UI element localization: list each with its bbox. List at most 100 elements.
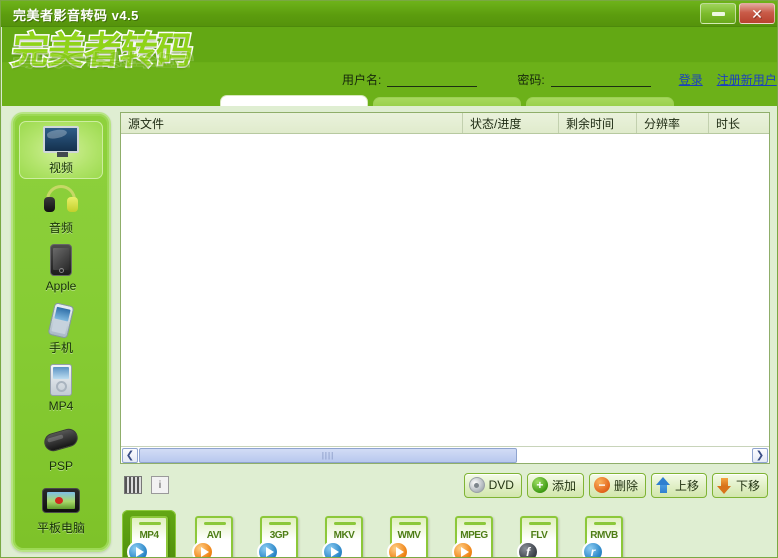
file-list-panel: 源文件 状态/进度 剩余时间 分辨率 时长 ❮ |||| ❯ xyxy=(120,112,770,464)
sidebar-item-mp4[interactable]: MP4 xyxy=(19,361,103,419)
column-header-duration[interactable]: 时长 xyxy=(709,113,769,133)
plus-circle-icon: + xyxy=(531,477,548,493)
format-button-mp4[interactable]: MP4 xyxy=(122,510,176,557)
format-label-mpeg: MPEG xyxy=(460,530,488,541)
sidebar-item-audio[interactable]: 音频 xyxy=(19,181,103,239)
sidebar-label-video: 视频 xyxy=(48,161,73,175)
arrow-up-icon xyxy=(655,476,671,494)
minimize-button[interactable] xyxy=(700,3,736,24)
dvd-button[interactable]: DVD xyxy=(463,472,522,498)
format-label-3gp: 3GP xyxy=(269,530,289,541)
minimize-icon xyxy=(711,11,725,16)
scroll-left-button[interactable]: ❮ xyxy=(122,447,138,463)
username-input[interactable] xyxy=(387,72,478,87)
close-button[interactable]: ✕ xyxy=(739,3,775,24)
mp4-player-icon xyxy=(42,364,80,398)
add-button[interactable]: + 添加 xyxy=(526,472,584,498)
tablet-icon xyxy=(42,484,80,518)
format-card-mkv: MKV xyxy=(322,516,363,557)
sidebar-item-psp[interactable]: PSP xyxy=(19,421,103,479)
file-list-body[interactable] xyxy=(121,134,769,442)
format-button-mpeg[interactable]: MPEG xyxy=(447,510,501,557)
format-button-3gp[interactable]: 3GP xyxy=(252,510,306,557)
password-label: 密码: xyxy=(517,73,545,87)
dvd-button-label: DVD xyxy=(488,478,514,492)
toolbar-left-icons: i xyxy=(120,476,169,494)
sidebar-label-mp4: MP4 xyxy=(48,399,74,413)
sidebar-label-psp: PSP xyxy=(48,459,73,473)
headphones-icon xyxy=(42,184,80,218)
column-header-resolution[interactable]: 分辨率 xyxy=(637,113,709,133)
username-label: 用户名: xyxy=(342,73,382,87)
column-header-status-progress[interactable]: 状态/进度 xyxy=(463,113,559,133)
format-label-mkv: MKV xyxy=(333,530,355,541)
play-icon xyxy=(452,541,474,557)
window-title: 完美者影音转码 v4.5 xyxy=(13,8,139,23)
play-icon xyxy=(387,541,409,557)
format-label-rmvb: RMVB xyxy=(590,530,618,541)
format-card-flv: FLV f xyxy=(517,516,558,557)
toolbar-right-buttons: DVD + 添加 − 删除 上移 下移 xyxy=(463,472,770,498)
disc-icon xyxy=(468,477,485,493)
format-button-rmvb[interactable]: RMVB r xyxy=(577,510,631,557)
delete-button[interactable]: − 删除 xyxy=(588,472,646,498)
title-bar: 完美者影音转码 v4.5 ✕ xyxy=(1,1,777,27)
play-icon xyxy=(192,541,214,557)
scrollbar-track[interactable]: |||| xyxy=(139,447,751,463)
format-button-flv[interactable]: FLV f xyxy=(512,510,566,557)
format-card-3gp: 3GP xyxy=(257,516,298,557)
scroll-right-button[interactable]: ❯ xyxy=(752,447,768,463)
horizontal-scrollbar[interactable]: ❮ |||| ❯ xyxy=(121,446,769,463)
format-card-avi: AVI xyxy=(192,516,233,557)
format-label-wmv: WMV xyxy=(397,530,421,541)
content-area: 视频 音频 Apple 手机 MP4 PSP 平板电脑 源文件 状态/进度 剩余… xyxy=(2,106,777,557)
info-icon[interactable]: i xyxy=(151,476,169,494)
login-link[interactable]: 登录 xyxy=(679,71,703,88)
format-label-mp4: MP4 xyxy=(139,530,159,541)
move-down-button-label: 下移 xyxy=(735,478,760,493)
move-down-button[interactable]: 下移 xyxy=(711,472,768,498)
window-controls: ✕ xyxy=(700,3,775,24)
play-icon xyxy=(127,541,149,557)
arrow-down-icon xyxy=(716,477,732,494)
column-header-remaining-time[interactable]: 剩余时间 xyxy=(559,113,637,133)
format-button-avi[interactable]: AVI xyxy=(187,510,241,557)
category-sidebar: 视频 音频 Apple 手机 MP4 PSP 平板电脑 xyxy=(11,112,111,552)
delete-button-label: 删除 xyxy=(613,478,638,493)
move-up-button[interactable]: 上移 xyxy=(650,472,707,498)
move-up-button-label: 上移 xyxy=(674,478,699,493)
format-card-rmvb: RMVB r xyxy=(582,516,623,557)
logo-reflection: 完美者转码 xyxy=(11,49,195,69)
sidebar-item-tablet[interactable]: 平板电脑 xyxy=(19,481,103,539)
format-card-mp4: MP4 xyxy=(127,516,168,557)
add-button-label: 添加 xyxy=(551,478,576,493)
login-bar: 用户名: 密码: 登录 注册新用户 xyxy=(342,71,777,88)
password-input[interactable] xyxy=(550,72,651,87)
sidebar-label-audio: 音频 xyxy=(48,221,73,235)
header-banner: 完美者转码 完美者转码 用户名: 密码: 登录 注册新用户 转码 已完成列表 设… xyxy=(2,27,777,133)
format-button-wmv[interactable]: WMV xyxy=(382,510,436,557)
sidebar-label-mobile: 手机 xyxy=(48,341,73,355)
psp-icon xyxy=(42,424,80,458)
close-icon: ✕ xyxy=(751,5,763,22)
realplayer-icon: r xyxy=(582,541,604,557)
media-add-icon[interactable] xyxy=(124,476,142,494)
sidebar-item-apple[interactable]: Apple xyxy=(19,241,103,299)
app-window: 完美者影音转码 v4.5 ✕ 完美者转码 完美者转码 用户名: 密码: 登录 注… xyxy=(0,0,778,558)
sidebar-item-video[interactable]: 视频 xyxy=(19,121,103,179)
play-icon xyxy=(322,541,344,557)
register-link[interactable]: 注册新用户 xyxy=(717,71,777,88)
play-icon xyxy=(257,541,279,557)
scrollbar-thumb[interactable]: |||| xyxy=(139,447,517,463)
sidebar-item-mobile[interactable]: 手机 xyxy=(19,301,103,359)
format-card-mpeg: MPEG xyxy=(452,516,493,557)
sidebar-label-apple: Apple xyxy=(45,279,77,293)
format-button-mkv[interactable]: MKV xyxy=(317,510,371,557)
file-list-header: 源文件 状态/进度 剩余时间 分辨率 时长 xyxy=(121,113,769,134)
format-label-avi: AVI xyxy=(206,530,222,541)
list-toolbar: i DVD + 添加 − 删除 上移 下移 xyxy=(120,469,770,501)
monitor-icon xyxy=(42,124,80,158)
format-selector: MP4 AVI 3GP MKV WMV MPEG FLV f RMVB r xyxy=(122,510,631,557)
column-header-source-file[interactable]: 源文件 xyxy=(121,113,463,133)
format-label-flv: FLV xyxy=(530,530,548,541)
